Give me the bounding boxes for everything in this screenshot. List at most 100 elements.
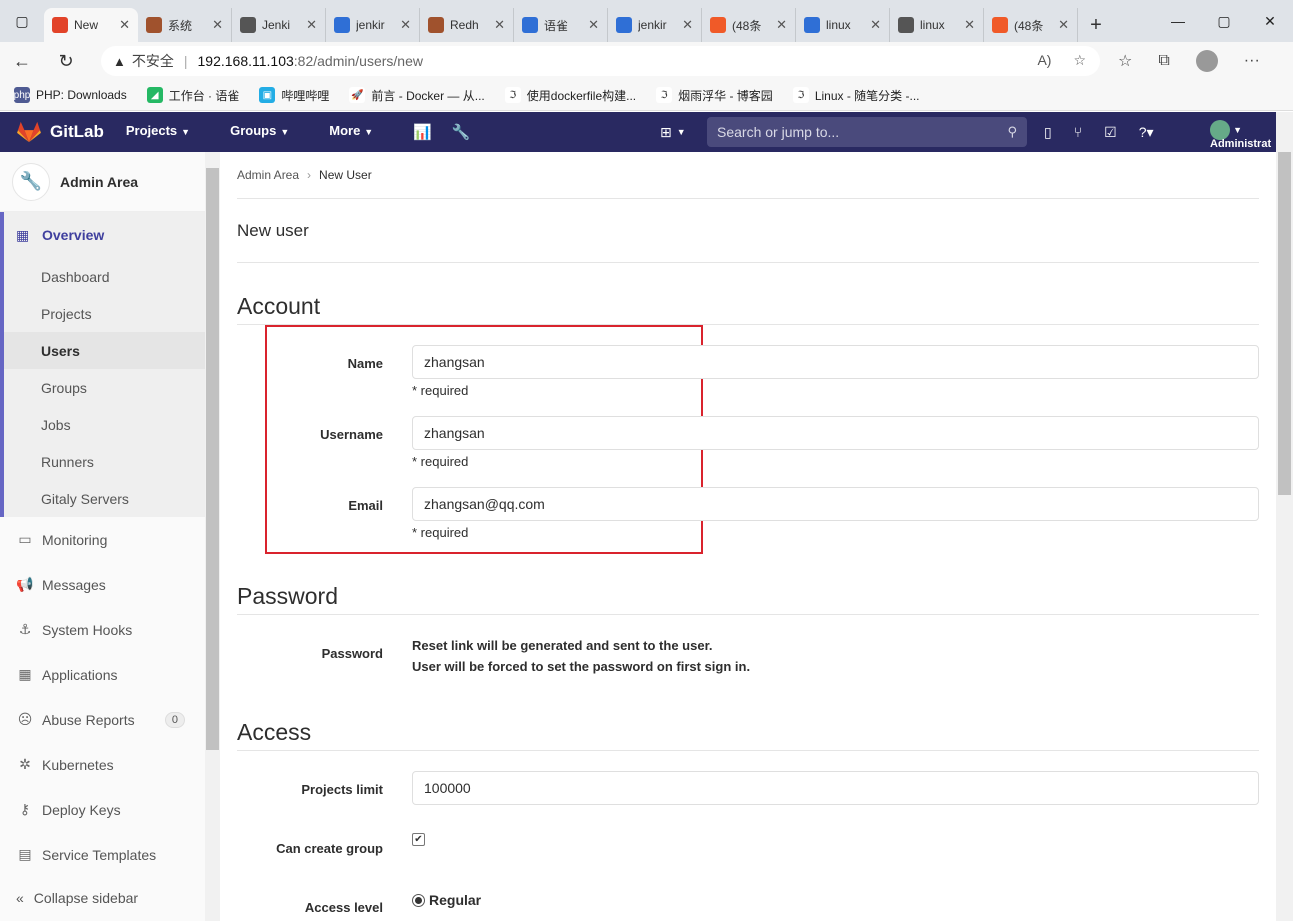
menu-groups[interactable]: Groups ▼ — [230, 123, 309, 141]
bookmark-item[interactable]: ◢ 工作台 · 语雀 — [146, 87, 239, 104]
browser-tab[interactable]: linux ✕ — [796, 8, 890, 42]
sidebar-subitem-projects[interactable]: Projects — [4, 295, 205, 332]
name-required-hint: * required — [412, 383, 469, 398]
new-tab-button[interactable]: + — [1078, 8, 1114, 42]
tab-close-icon[interactable]: ✕ — [494, 17, 505, 33]
tab-actions-icon[interactable]: ▢ — [0, 0, 44, 42]
tab-close-icon[interactable]: ✕ — [306, 17, 317, 33]
count-badge: 0 — [164, 711, 185, 728]
sidebar-context[interactable]: 🔧 Admin Area — [0, 152, 219, 212]
read-aloud-icon[interactable]: A) — [1037, 52, 1051, 69]
bookmark-item[interactable]: ℑ Linux - 随笔分类 -... — [792, 87, 920, 104]
chevron-down-icon: ▼ — [676, 127, 686, 137]
issues-icon[interactable]: ▯ — [1044, 124, 1052, 141]
sidebar-subitem-gitaly-servers[interactable]: Gitaly Servers — [4, 480, 205, 517]
bookmark-item[interactable]: ▣ 哔哩哔哩 — [259, 87, 329, 104]
refresh-icon[interactable]: ↻ — [44, 42, 88, 80]
sidebar-item-service-templates[interactable]: ▤ Service Templates — [0, 832, 205, 877]
menu-dots-icon[interactable]: ··· — [1244, 52, 1260, 70]
minimize-icon[interactable]: — — [1155, 0, 1201, 42]
favorites-icon[interactable]: ☆ — [1118, 51, 1132, 71]
tab-close-icon[interactable]: ✕ — [870, 17, 881, 33]
bookmark-item[interactable]: php PHP: Downloads — [14, 87, 127, 103]
bilibili-icon: ▣ — [259, 87, 276, 103]
warning-icon: ▲ — [113, 53, 126, 69]
browser-tab[interactable]: (48条 ✕ — [984, 8, 1078, 42]
sidebar-item-overview[interactable]: ▦ Overview — [4, 212, 205, 258]
yuque-icon: ◢ — [146, 87, 163, 103]
profile-icon[interactable] — [1195, 50, 1218, 72]
sidebar-item-system-hooks[interactable]: ⚓ System Hooks — [0, 607, 205, 652]
collapse-sidebar-button[interactable]: « Collapse sidebar — [0, 883, 205, 913]
tab-close-icon[interactable]: ✕ — [119, 17, 130, 33]
tab-close-icon[interactable]: ✕ — [400, 17, 411, 33]
tab-close-icon[interactable]: ✕ — [682, 17, 693, 33]
sidebar-subitem-runners[interactable]: Runners — [4, 443, 205, 480]
breadcrumb-current[interactable]: New User — [319, 168, 372, 182]
access-level-regular-radio[interactable]: Regular — [412, 892, 481, 908]
browser-tab[interactable]: 系统 ✕ — [138, 8, 232, 42]
bookmark-item[interactable]: ℑ 烟雨浮华 - 博客园 — [656, 87, 773, 104]
user-menu[interactable]: ▼ Administrat — [1210, 120, 1271, 150]
browser-tab[interactable]: (48条 ✕ — [702, 8, 796, 42]
sidebar-subitem-users[interactable]: Users — [4, 332, 205, 369]
sidebar-item-abuse-reports[interactable]: ☹ Abuse Reports 0 — [0, 697, 205, 742]
browser-tab[interactable]: jenkir ✕ — [326, 8, 420, 42]
todos-icon[interactable]: ☑ — [1104, 124, 1117, 141]
chevron-down-icon: ▼ — [280, 127, 290, 137]
browser-tab[interactable]: jenkir ✕ — [608, 8, 702, 42]
projects-limit-field[interactable]: 100000 — [412, 771, 1259, 805]
url-input[interactable]: ▲ 不安全 | 192.168.11.103 :82/admin/users/n… — [101, 46, 1100, 76]
url-path: :82/admin/users/new — [293, 53, 423, 69]
browser-tab[interactable]: linux ✕ — [890, 8, 984, 42]
apps-icon: ▦ — [18, 666, 32, 682]
tab-close-icon[interactable]: ✕ — [776, 17, 787, 33]
sidebar-item-label: System Hooks — [42, 621, 133, 638]
sidebar-item-monitoring[interactable]: ▭ Monitoring — [0, 517, 205, 562]
activity-chart-icon[interactable]: 📊 — [413, 123, 432, 141]
tab-favicon-icon — [522, 17, 538, 33]
can-create-group-checkbox[interactable]: ✔ — [412, 833, 425, 846]
browser-tab[interactable]: New ✕ — [44, 8, 138, 42]
username-field[interactable]: zhangsan — [412, 416, 1259, 450]
sidebar-item-deploy-keys[interactable]: ⚷ Deploy Keys — [0, 787, 205, 832]
email-field[interactable]: zhangsan@qq.com — [412, 487, 1259, 521]
bookmark-item[interactable]: ℑ 使用dockerfile构建... — [504, 87, 636, 104]
tab-close-icon[interactable]: ✕ — [1058, 17, 1069, 33]
gitlab-logo[interactable]: GitLab — [16, 121, 104, 143]
menu-more[interactable]: More ▼ — [329, 123, 393, 141]
sidebar-subitem-jobs[interactable]: Jobs — [4, 406, 205, 443]
close-window-icon[interactable]: ✕ — [1247, 0, 1293, 42]
new-dropdown[interactable]: ⊞ ▼ — [660, 112, 686, 152]
tab-favicon-icon — [898, 17, 914, 33]
breadcrumb-admin-area[interactable]: Admin Area — [237, 168, 299, 182]
monitor-icon: ▭ — [18, 531, 32, 547]
help-icon[interactable]: ?▾ — [1139, 124, 1154, 141]
tab-close-icon[interactable]: ✕ — [964, 17, 975, 33]
sidebar-item-messages[interactable]: 📢 Messages — [0, 562, 205, 607]
tab-close-icon[interactable]: ✕ — [212, 17, 223, 33]
sidebar-scrollbar-thumb[interactable] — [206, 168, 219, 750]
sidebar-item-kubernetes[interactable]: ✲ Kubernetes — [0, 742, 205, 787]
page-scrollbar-thumb[interactable] — [1278, 152, 1291, 495]
sidebar-item-label: Abuse Reports — [42, 711, 135, 728]
admin-wrench-icon[interactable]: 🔧 — [452, 123, 471, 141]
sidebar-context-title: Admin Area — [60, 173, 139, 190]
menu-projects[interactable]: Projects ▼ — [126, 123, 210, 141]
maximize-icon[interactable]: ▢ — [1201, 0, 1247, 42]
back-icon[interactable]: ← — [0, 42, 44, 80]
name-field[interactable]: zhangsan — [412, 345, 1259, 379]
search-input[interactable]: Search or jump to... ⚲ — [707, 117, 1027, 147]
add-favorite-icon[interactable]: ☆ — [1073, 52, 1086, 69]
browser-tab[interactable]: Redh ✕ — [420, 8, 514, 42]
sidebar-item-applications[interactable]: ▦ Applications — [0, 652, 205, 697]
browser-tab[interactable]: 语雀 ✕ — [514, 8, 608, 42]
collections-icon[interactable]: ⧉ — [1158, 52, 1169, 70]
tab-close-icon[interactable]: ✕ — [588, 17, 599, 33]
sidebar-subitem-groups[interactable]: Groups — [4, 369, 205, 406]
tab-title: jenkir — [356, 18, 385, 32]
bookmark-item[interactable]: 🚀 前言 - Docker — 从... — [349, 87, 485, 104]
sidebar-subitem-dashboard[interactable]: Dashboard — [4, 258, 205, 295]
browser-tab[interactable]: Jenki ✕ — [232, 8, 326, 42]
merge-requests-icon[interactable]: ⑂ — [1074, 124, 1082, 140]
